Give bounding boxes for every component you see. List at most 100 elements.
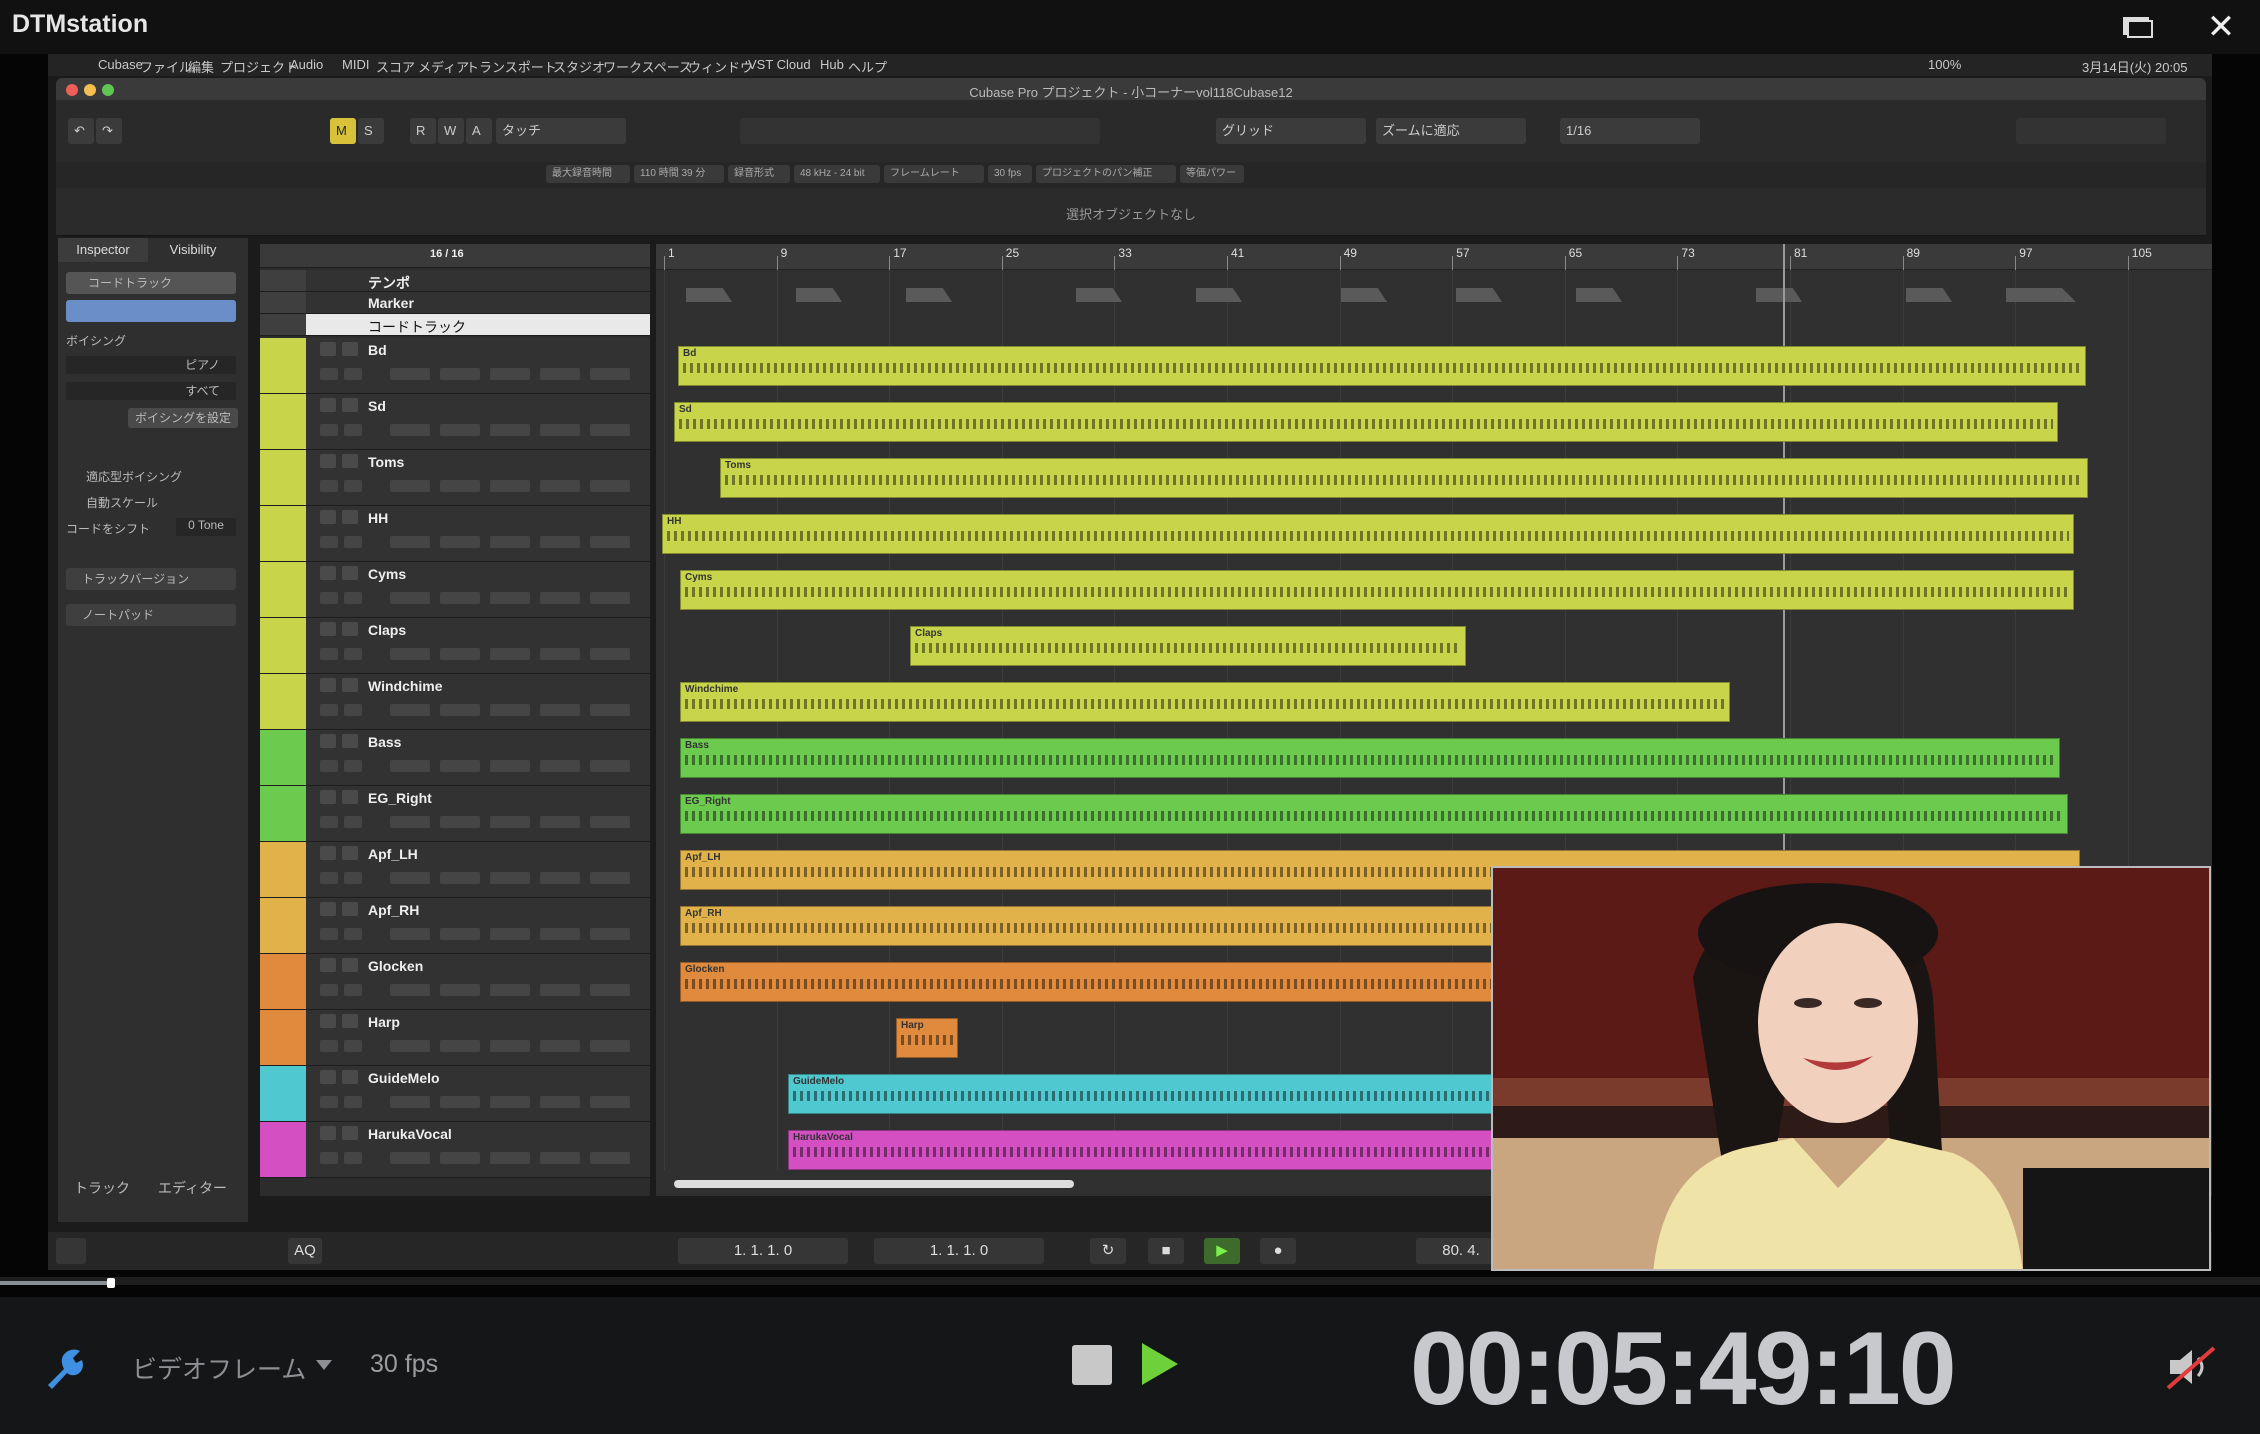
track-control[interactable] [440,1040,480,1052]
track-control[interactable] [390,984,430,996]
track-row[interactable]: Bd [260,338,650,394]
track-control[interactable] [320,1152,338,1164]
track-button[interactable] [342,846,358,860]
picture-in-picture-icon[interactable] [2122,16,2154,38]
track-button[interactable] [342,566,358,580]
track-button[interactable] [342,678,358,692]
undo-icon[interactable]: ↶ [68,118,94,144]
track-control[interactable] [490,872,530,884]
tab-inspector[interactable]: Inspector [58,238,148,262]
mac-menu-item[interactable]: トランスポート [466,57,557,76]
mac-menu-item[interactable]: ヘルプ [848,57,887,76]
track-row[interactable]: Sd [260,394,650,450]
snap-mode-select[interactable]: ズームに適応 [1376,118,1526,144]
track-control[interactable] [590,648,630,660]
track-control[interactable] [490,424,530,436]
track-control[interactable] [440,704,480,716]
track-row[interactable]: GuideMelo [260,1066,650,1122]
track-button[interactable] [320,510,336,524]
track-control[interactable] [390,816,430,828]
track-button[interactable] [320,1126,336,1140]
marker[interactable] [906,288,952,302]
track-control[interactable] [344,480,362,492]
track-control[interactable] [590,1152,630,1164]
horizontal-scrollbar[interactable] [674,1180,1074,1188]
track-control[interactable] [540,872,580,884]
track-control[interactable] [590,984,630,996]
video-progress-knob[interactable] [107,1278,115,1288]
marker[interactable] [1456,288,1502,302]
audio-event[interactable]: Windchime [680,682,1730,722]
track-control[interactable] [320,984,338,996]
track-control[interactable] [344,760,362,772]
track-control[interactable] [540,592,580,604]
track-control[interactable] [540,704,580,716]
track-control[interactable] [490,1040,530,1052]
track-control[interactable] [490,1152,530,1164]
track-row[interactable]: HarukaVocal [260,1122,650,1178]
mac-menu-item[interactable]: プロジェクト [220,57,298,76]
track-control[interactable] [440,1152,480,1164]
mute-icon[interactable] [2164,1342,2220,1392]
left-locator[interactable]: 1. 1. 1. 0 [678,1238,848,1264]
track-control[interactable] [590,480,630,492]
track-control[interactable] [540,760,580,772]
voicing-sub-select[interactable]: すべて [66,382,236,400]
track-control[interactable] [590,536,630,548]
track-control[interactable] [490,704,530,716]
track-button[interactable] [342,958,358,972]
track-control[interactable] [344,928,362,940]
track-control[interactable] [344,368,362,380]
track-control[interactable] [440,928,480,940]
track-control[interactable] [320,368,338,380]
track-button[interactable] [320,678,336,692]
quantize-select[interactable]: 1/16 [1560,118,1700,144]
track-row[interactable]: Cyms [260,562,650,618]
auto-scale-checkbox[interactable]: 自動スケール [66,494,236,511]
track-control[interactable] [540,368,580,380]
timeline-ruler[interactable]: 1 9 17 25 33 41 49 57 65 73 81 89 97 105 [656,244,2212,270]
track-control[interactable] [440,872,480,884]
track-control[interactable] [320,536,338,548]
tab-editor[interactable]: エディター [158,1178,238,1198]
track-button[interactable] [320,1070,336,1084]
track-control[interactable] [344,648,362,660]
track-control[interactable] [590,816,630,828]
chord-shift-value[interactable]: 0 Tone [176,518,236,536]
mac-menu-item[interactable]: VST Cloud [748,57,811,72]
track-control[interactable] [344,536,362,548]
aq-button[interactable]: AQ [288,1238,322,1264]
track-control[interactable] [440,424,480,436]
track-versions-section[interactable]: トラックバージョン [66,568,236,590]
play-icon[interactable]: ▶ [1204,1238,1240,1264]
automation-mode-select[interactable]: タッチ [496,118,626,144]
track-control[interactable] [344,704,362,716]
redo-icon[interactable]: ↷ [96,118,122,144]
chord-editor-buttons[interactable] [66,300,236,322]
mac-menu-item[interactable]: ワークスペース [603,57,692,76]
track-control[interactable] [320,872,338,884]
track-control[interactable] [590,704,630,716]
track-control[interactable] [344,592,362,604]
track-control[interactable] [344,872,362,884]
track-control[interactable] [390,928,430,940]
track-button[interactable] [320,734,336,748]
track-button[interactable] [342,902,358,916]
track-control[interactable] [390,592,430,604]
track-row[interactable]: Apf_RH [260,898,650,954]
audio-event[interactable]: Sd [674,402,2058,442]
track-control[interactable] [540,480,580,492]
marker[interactable] [1576,288,1622,302]
track-control[interactable] [490,480,530,492]
right-locator[interactable]: 1. 1. 1. 0 [874,1238,1044,1264]
track-control[interactable] [540,1152,580,1164]
audio-event[interactable]: Bass [680,738,2060,778]
audio-event[interactable]: Claps [910,626,1466,666]
track-control[interactable] [344,816,362,828]
cycle-icon[interactable]: ↻ [1090,1238,1126,1264]
track-row[interactable]: Windchime [260,674,650,730]
mac-menu-item[interactable]: Audio [290,57,323,72]
track-row[interactable]: HH [260,506,650,562]
frame-mode-select[interactable]: ビデオフレーム [132,1350,306,1386]
track-row[interactable]: Apf_LH [260,842,650,898]
